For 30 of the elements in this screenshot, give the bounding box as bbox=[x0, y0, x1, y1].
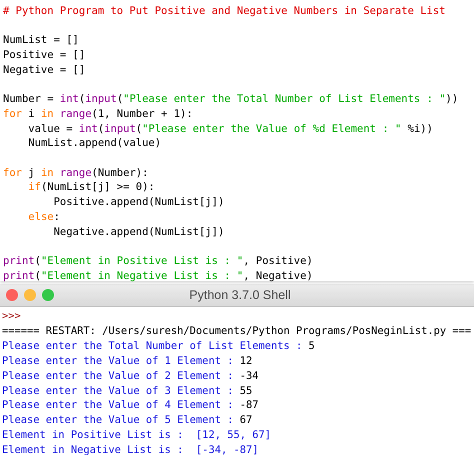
code-line: print("Element in Positive List is : ", Positive) bbox=[3, 254, 314, 269]
close-button[interactable] bbox=[6, 289, 18, 301]
shell-line: Please enter the Total Number of List Elements : 5 bbox=[2, 338, 316, 354]
code-line: if(NumList[j] >= 0): bbox=[28, 180, 156, 196]
shell-line: Element in Negative List is : [-34, -87] bbox=[2, 443, 260, 455]
code-line: Negative = [] bbox=[3, 62, 86, 78]
shell-line: Please enter the Value of 5 Element : 67 bbox=[2, 413, 254, 428]
shell-line: Please enter the Value of 1 Element : 12 bbox=[2, 354, 254, 369]
code-line: NumList = [] bbox=[3, 33, 80, 48]
code-line: # Python Program to Put Positive and Negative Numbers in Separate List bbox=[3, 4, 447, 19]
shell-line: Please enter the Value of 2 Element : -34 bbox=[2, 368, 260, 384]
code-line: print("Element in Negative List is : ", Negative) bbox=[3, 268, 314, 284]
code-line: NumList.append(value) bbox=[28, 136, 162, 151]
window-title: Python 3.7.0 Shell bbox=[188, 288, 292, 302]
minimize-button[interactable] bbox=[24, 289, 36, 301]
shell-line: Please enter the Value of 3 Element : 55 bbox=[2, 384, 254, 398]
code-line: Positive.append(NumList[j]) bbox=[54, 195, 226, 210]
code-line: Positive = [] bbox=[3, 48, 86, 63]
code-line: value = int(input("Please enter the Value of %d Element : " %i)) bbox=[28, 122, 434, 136]
code-line: for i in range(1, Number + 1): bbox=[3, 106, 194, 122]
zoom-button[interactable] bbox=[42, 289, 54, 301]
shell-line: ====== RESTART: /Users/suresh/Documents/Python Programs/PosNeginList.py === bbox=[2, 324, 472, 339]
code-line: else: bbox=[28, 210, 61, 224]
shell-line: Element in Positive List is : [12, 55, 67] bbox=[2, 428, 272, 444]
code-line: Negative.append(NumList[j]) bbox=[54, 224, 226, 240]
shell-line: Please enter the Value of 4 Element : -87 bbox=[2, 398, 260, 414]
code-line: Number = int(input("Please enter the Total Number of List Elements : ")) bbox=[3, 92, 460, 107]
code-line: for j in range(Number): bbox=[3, 166, 150, 180]
code-editor[interactable] bbox=[0, 0, 474, 281]
shell-line: >>> bbox=[2, 309, 22, 324]
